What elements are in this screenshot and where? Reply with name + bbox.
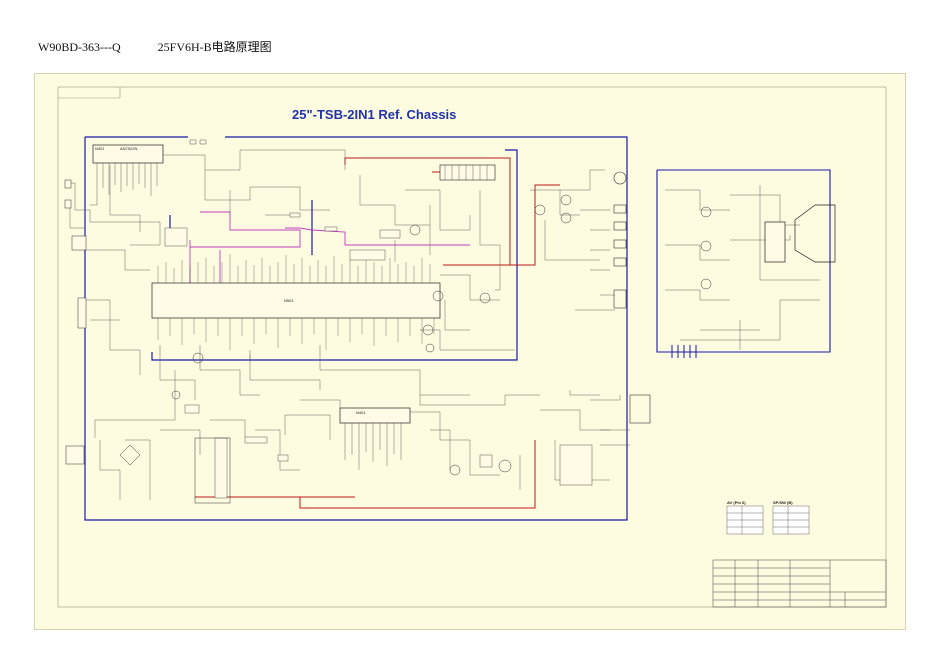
crt-transistors <box>700 206 712 290</box>
deflection-ic-ref: N401 <box>356 410 366 415</box>
main-ic-ref: N501 <box>284 298 294 303</box>
main-ic-n501 <box>151 282 441 319</box>
chassis-title: 25"-TSB-2IN1 Ref. Chassis <box>292 107 457 122</box>
legend-table-left <box>726 505 764 535</box>
wiring <box>65 149 630 500</box>
small-components <box>164 139 593 499</box>
main-board-outline <box>84 136 628 521</box>
legend-right-title: SP/SW (B) <box>773 500 793 505</box>
av-jacks <box>613 171 651 424</box>
signal-lines <box>189 211 470 285</box>
left-connectors <box>64 179 87 465</box>
transistors <box>171 194 572 476</box>
tuner-ic-ref: N301 <box>95 146 105 151</box>
circuit-diagram <box>57 86 887 608</box>
title-block <box>712 559 887 608</box>
header-connector <box>439 164 496 181</box>
crt-board-outline <box>656 169 831 353</box>
power-rails <box>195 157 560 509</box>
deflection-ic-n401 <box>339 407 411 424</box>
crt-board-wiring <box>665 185 820 350</box>
crt-socket <box>764 204 836 263</box>
bridge-rectifier <box>119 437 231 504</box>
legend-table-right <box>772 505 810 535</box>
legend-left-title: AV (Pin 6) <box>727 500 746 505</box>
tuner-ic-part: AN7522N <box>120 146 138 151</box>
